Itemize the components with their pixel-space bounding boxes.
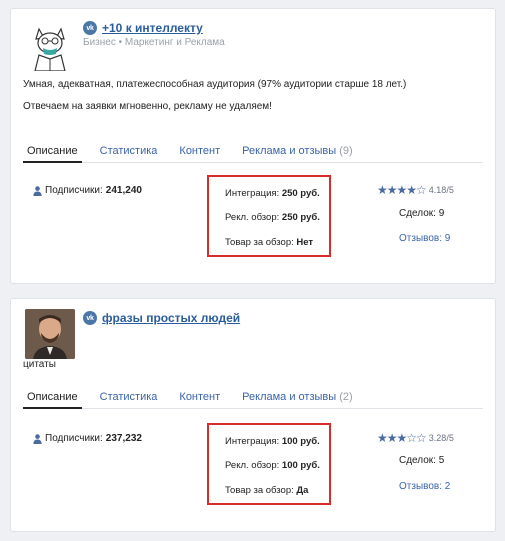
tab-count: (9) — [339, 145, 353, 157]
deals-count: Сделок: 5 — [399, 455, 445, 466]
channel-title-link[interactable]: фразы простых людей — [102, 311, 240, 325]
channel-tabs: Описание Статистика Контент Реклама и от… — [23, 143, 483, 163]
price-integration: Интеграция: 100 руб. — [225, 436, 320, 447]
vk-icon: vk — [83, 21, 97, 35]
tab-content[interactable]: Контент — [175, 143, 224, 163]
channel-header: vk +10 к интеллекту Бизнес • Маркетинг и… — [83, 21, 225, 48]
channel-tabs: Описание Статистика Контент Реклама и от… — [23, 389, 483, 409]
channel-header: vk фразы простых людей — [83, 311, 240, 325]
deals-count: Сделок: 9 — [399, 208, 445, 219]
reviews-link[interactable]: Отзывов: 9 — [399, 233, 450, 244]
channel-category: Бизнес • Маркетинг и Реклама — [83, 37, 225, 48]
tab-count: (2) — [339, 391, 353, 403]
tab-description[interactable]: Описание — [23, 389, 82, 409]
channel-avatar[interactable] — [25, 21, 75, 71]
star-rating-icon: ★★★☆☆ — [377, 431, 427, 445]
channel-description-line: Отвечаем на заявки мгновенно, рекламу не… — [23, 101, 272, 112]
price-product-for-review: Товар за обзор: Нет — [225, 237, 314, 248]
channel-card: vk фразы простых людей цитаты Описание С… — [10, 298, 496, 532]
tab-content[interactable]: Контент — [175, 389, 224, 409]
channel-title-link[interactable]: +10 к интеллекту — [102, 21, 203, 35]
tab-ads-reviews[interactable]: Реклама и отзывы (9) — [238, 143, 357, 163]
price-review: Рекл. обзор: 250 руб. — [225, 212, 320, 223]
channel-description-line: цитаты — [23, 359, 56, 370]
tab-description[interactable]: Описание — [23, 143, 82, 163]
price-review: Рекл. обзор: 100 руб. — [225, 460, 320, 471]
vk-icon: vk — [83, 311, 97, 325]
channel-rating: ★★★★☆ 4.18/5 — [377, 183, 454, 197]
person-icon — [33, 185, 42, 196]
tab-ads-reviews[interactable]: Реклама и отзывы (2) — [238, 389, 357, 409]
person-icon — [33, 433, 42, 444]
star-rating-icon: ★★★★☆ — [377, 183, 427, 197]
subscribers-count: Подписчики: 237,232 — [33, 433, 142, 444]
tab-statistics[interactable]: Статистика — [96, 389, 162, 409]
price-integration: Интеграция: 250 руб. — [225, 188, 320, 199]
price-product-for-review: Товар за обзор: Да — [225, 485, 309, 496]
subscribers-count: Подписчики: 241,240 — [33, 185, 142, 196]
channel-rating: ★★★☆☆ 3.28/5 — [377, 431, 454, 445]
channel-description-line: Умная, адекватная, платежеспособная ауди… — [23, 79, 407, 90]
tab-statistics[interactable]: Статистика — [96, 143, 162, 163]
man-portrait-icon — [25, 309, 75, 359]
price-highlight-box: Интеграция: 250 руб. Рекл. обзор: 250 ру… — [207, 175, 331, 257]
cat-avatar-icon — [34, 27, 66, 71]
price-highlight-box: Интеграция: 100 руб. Рекл. обзор: 100 ру… — [207, 423, 331, 505]
channel-card: vk +10 к интеллекту Бизнес • Маркетинг и… — [10, 8, 496, 284]
channel-avatar[interactable] — [25, 309, 75, 359]
reviews-link[interactable]: Отзывов: 2 — [399, 481, 450, 492]
